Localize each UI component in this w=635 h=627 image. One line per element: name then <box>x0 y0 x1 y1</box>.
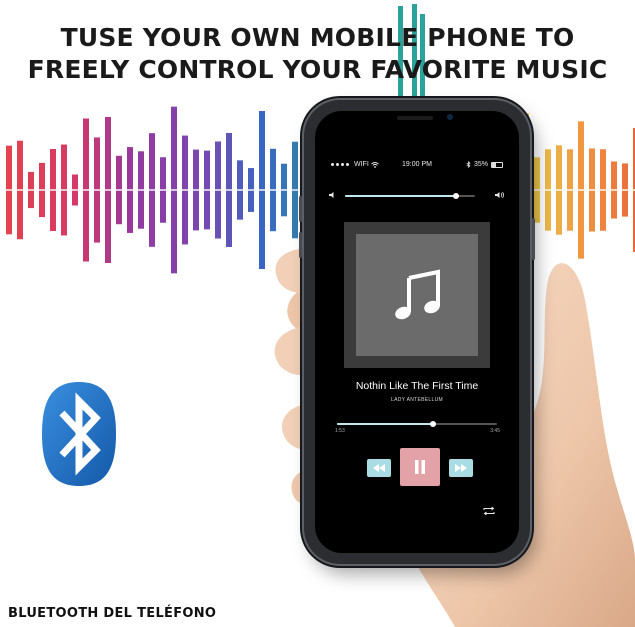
playback-controls <box>315 448 519 488</box>
rewind-button[interactable] <box>367 459 391 477</box>
volume-high-icon <box>495 191 504 199</box>
phone-power-button <box>532 218 535 260</box>
volume-low-icon <box>329 192 334 198</box>
rewind-icon <box>373 464 385 472</box>
song-title: Nothin Like The First Time <box>355 380 479 392</box>
music-note-icon <box>395 269 440 320</box>
battery-icon <box>491 161 503 168</box>
smartphone: WIFI 19:00 PM 35% Nothin Like The First … <box>299 100 535 564</box>
phone-side-button <box>299 232 302 258</box>
headline-line-1: TUSE YOUR OWN MOBILE PHONE TO <box>60 23 575 52</box>
album-art <box>344 222 490 368</box>
volume-slider[interactable] <box>345 193 475 199</box>
elapsed-time: 1:53 <box>335 428 345 434</box>
artist-name: LADY ANTEBELLUM <box>391 397 443 403</box>
status-right: 35% <box>466 161 503 168</box>
status-bar: WIFI 19:00 PM 35% <box>315 161 519 173</box>
progress-slider-thumb[interactable] <box>430 421 436 427</box>
playback-progress: 1:53 3:45 <box>335 420 500 442</box>
pause-icon <box>415 460 425 474</box>
phone-side-button <box>299 196 302 222</box>
fast-forward-icon <box>455 464 467 472</box>
volume-control <box>329 190 505 202</box>
fast-forward-button[interactable] <box>449 459 473 477</box>
battery-percent: 35% <box>473 161 488 168</box>
album-art-inner <box>356 234 478 356</box>
speaker-grille <box>397 116 433 120</box>
repeat-icon[interactable] <box>483 506 495 516</box>
front-camera <box>447 114 453 120</box>
bluetooth-status-icon <box>466 161 471 168</box>
headline-line-2: FREELY CONTROL YOUR FAVORITE MUSIC <box>27 55 608 84</box>
total-duration: 3:45 <box>490 428 500 434</box>
headline: TUSE YOUR OWN MOBILE PHONE TO FREELY CON… <box>0 22 635 86</box>
progress-slider[interactable] <box>337 421 497 427</box>
phone-notch <box>371 111 463 129</box>
volume-slider-thumb[interactable] <box>452 193 459 199</box>
pause-button[interactable] <box>400 448 440 486</box>
phone-screen: WIFI 19:00 PM 35% Nothin Like The First … <box>315 111 519 553</box>
